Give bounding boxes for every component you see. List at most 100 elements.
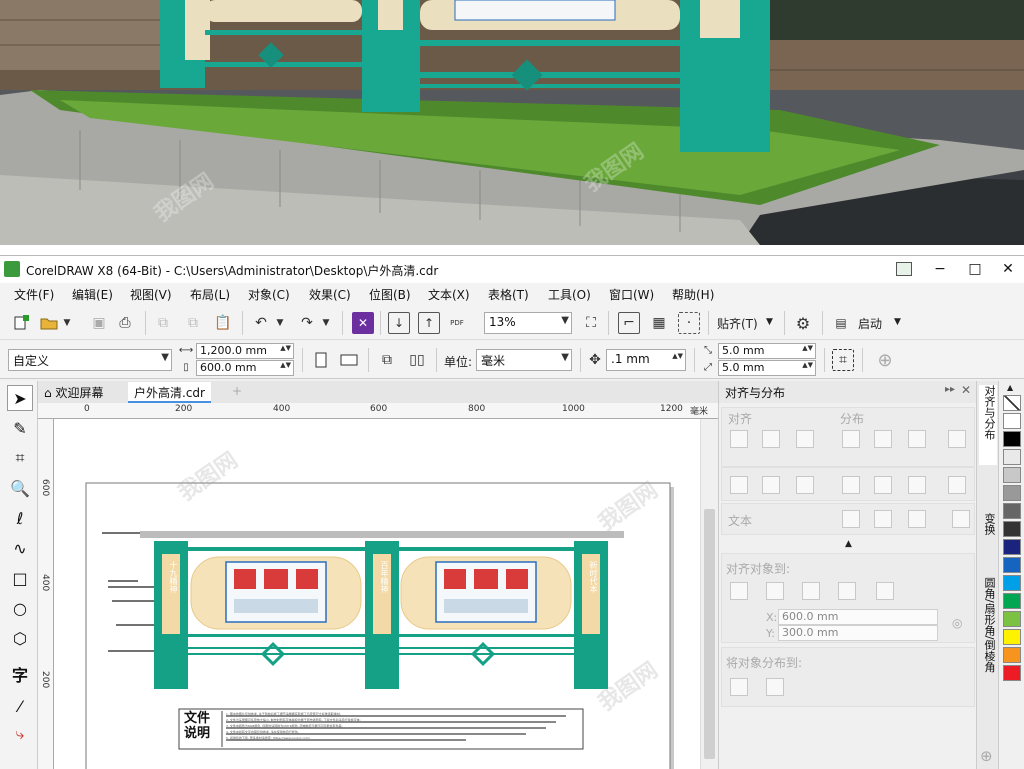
menu-view[interactable]: 视图(V)	[130, 286, 172, 303]
no-color-swatch[interactable]	[1003, 395, 1021, 411]
menu-edit[interactable]: 编辑(E)	[72, 286, 113, 303]
distribute-to-page-icon[interactable]	[766, 678, 784, 696]
docker-expand-icon[interactable]: ▸▸	[945, 384, 955, 395]
text-last-baseline-icon[interactable]	[874, 510, 892, 528]
duplicate-x-input[interactable]: 5.0 mm ▲▼	[718, 343, 816, 359]
tab-fillet-scallop-chamfer[interactable]: 圆角/扇形角/倒棱角	[979, 577, 997, 707]
portrait-icon[interactable]	[310, 349, 332, 371]
page-size-dropdown[interactable]: 自定义 ▼	[8, 349, 172, 371]
menu-help[interactable]: 帮助(H)	[672, 286, 714, 303]
chevron-down-icon[interactable]: ▼	[274, 312, 286, 334]
nudge-distance-input[interactable]: .1 mm ▲▼	[606, 349, 686, 371]
vertical-ruler[interactable]: 600 400 200	[38, 419, 54, 769]
menu-layout[interactable]: 布局(L)	[190, 286, 230, 303]
menu-text[interactable]: 文本(X)	[428, 286, 470, 303]
crop-tool-icon[interactable]: ⌗	[7, 445, 33, 471]
palette-swatch[interactable]	[1003, 521, 1021, 537]
duplicate-y-input[interactable]: 5.0 mm ▲▼	[718, 360, 816, 376]
new-document-icon[interactable]	[10, 312, 32, 334]
vertical-scrollbar[interactable]	[700, 419, 718, 769]
chevron-down-icon[interactable]: ▼	[320, 312, 332, 334]
connector-tool-icon[interactable]: ⤷	[7, 721, 33, 747]
parallel-dimension-tool-icon[interactable]: ⁄	[7, 693, 33, 719]
add-preset-icon[interactable]: ⊕	[874, 349, 896, 371]
chevron-down-icon[interactable]: ▼	[894, 317, 901, 327]
page-height-input[interactable]: 600.0 mm ▲▼	[196, 360, 294, 376]
align-to-page-edge-icon[interactable]	[766, 582, 784, 600]
rectangle-tool-icon[interactable]: □	[7, 565, 33, 591]
distribute-center-icon[interactable]	[874, 430, 892, 448]
publish-pdf-icon[interactable]: PDF	[446, 312, 468, 334]
drawing-canvas[interactable]: 十九精神 百年精神 新时代本 文件说明 1. 图中的图片仅供参考, 关于到前后施…	[54, 419, 700, 769]
tab-transform[interactable]: 变换	[979, 513, 997, 553]
launch-app-icon[interactable]: ▤	[830, 312, 852, 334]
add-docker-icon[interactable]: ⊕	[980, 747, 993, 765]
align-left-icon[interactable]	[730, 430, 748, 448]
units-dropdown[interactable]: 毫米 ▼	[476, 349, 572, 371]
export-icon[interactable]: ↑	[418, 312, 440, 334]
options-gear-icon[interactable]: ⚙	[792, 312, 814, 334]
align-to-active-icon[interactable]	[730, 582, 748, 600]
search-content-icon[interactable]: ✕	[352, 312, 374, 334]
menu-file[interactable]: 文件(F)	[14, 286, 54, 303]
distribute-to-selection-icon[interactable]	[730, 678, 748, 696]
snap-to-dropdown[interactable]: 贴齐(T)	[717, 315, 758, 332]
menu-object[interactable]: 对象(C)	[248, 286, 290, 303]
align-center-v-icon[interactable]	[762, 476, 780, 494]
copy-icon[interactable]: ⧉	[182, 312, 204, 334]
cut-icon[interactable]: ⧉	[152, 312, 174, 334]
palette-swatch[interactable]	[1003, 467, 1021, 483]
align-center-h-icon[interactable]	[762, 430, 780, 448]
align-bottom-icon[interactable]	[796, 476, 814, 494]
menu-effects[interactable]: 效果(C)	[309, 286, 351, 303]
user-account-icon[interactable]	[896, 262, 912, 276]
palette-swatch[interactable]	[1003, 449, 1021, 465]
launch-button[interactable]: 启动	[858, 315, 882, 332]
palette-swatch[interactable]	[1003, 431, 1021, 447]
polygon-tool-icon[interactable]: ⬡	[7, 625, 33, 651]
freehand-tool-icon[interactable]: ℓ	[7, 505, 33, 531]
palette-swatch[interactable]	[1003, 629, 1021, 645]
full-screen-preview-icon[interactable]: ⛶	[580, 312, 602, 334]
tab-welcome-screen[interactable]: ⌂ 欢迎屏幕	[38, 382, 109, 403]
shape-tool-icon[interactable]: ✎	[7, 415, 33, 441]
palette-swatch[interactable]	[1003, 503, 1021, 519]
palette-scroll-up-icon[interactable]: ▲	[1007, 383, 1013, 392]
distribute-top-icon[interactable]	[842, 476, 860, 494]
text-first-baseline-icon[interactable]	[842, 510, 860, 528]
align-x-input[interactable]: 600.0 mm	[778, 609, 938, 625]
scroll-thumb[interactable]	[704, 509, 715, 759]
collapse-up-icon[interactable]: ▲	[845, 539, 852, 549]
align-right-icon[interactable]	[796, 430, 814, 448]
distribute-vspacing-icon[interactable]	[908, 476, 926, 494]
palette-swatch[interactable]	[1003, 539, 1021, 555]
menu-table[interactable]: 表格(T)	[488, 286, 529, 303]
palette-swatch[interactable]	[1003, 647, 1021, 663]
palette-swatch[interactable]	[1003, 485, 1021, 501]
tab-document[interactable]: 户外高清.cdr	[128, 382, 211, 403]
menu-tools[interactable]: 工具(O)	[548, 286, 591, 303]
import-icon[interactable]: ↓	[388, 312, 410, 334]
docker-close-icon[interactable]: ✕	[961, 383, 971, 397]
zoom-tool-icon[interactable]: 🔍	[7, 475, 33, 501]
bleed-icon[interactable]: ⌗	[832, 349, 854, 371]
redo-icon[interactable]: ↷	[296, 312, 318, 334]
artistic-media-tool-icon[interactable]: ∿	[7, 535, 33, 561]
palette-swatch[interactable]	[1003, 413, 1021, 429]
distribute-right-icon[interactable]	[948, 430, 966, 448]
ellipse-tool-icon[interactable]: ○	[7, 595, 33, 621]
align-to-grid-icon[interactable]	[838, 582, 856, 600]
align-top-icon[interactable]	[730, 476, 748, 494]
horizontal-ruler[interactable]: 0 200 400 600 800 1000 1200 毫米	[38, 403, 718, 419]
palette-swatch[interactable]	[1003, 665, 1021, 681]
text-bounding-box-icon[interactable]	[908, 510, 926, 528]
distribute-spacing-icon[interactable]	[908, 430, 926, 448]
print-icon[interactable]: ⎙	[114, 312, 136, 334]
add-tab-button[interactable]: +	[226, 382, 248, 403]
align-to-page-center-icon[interactable]	[802, 582, 820, 600]
distribute-middle-icon[interactable]	[874, 476, 892, 494]
maximize-button[interactable]: □	[961, 258, 989, 280]
chevron-down-icon[interactable]: ▼	[60, 312, 74, 334]
align-y-input[interactable]: 300.0 mm	[778, 625, 938, 641]
landscape-icon[interactable]	[338, 349, 360, 371]
